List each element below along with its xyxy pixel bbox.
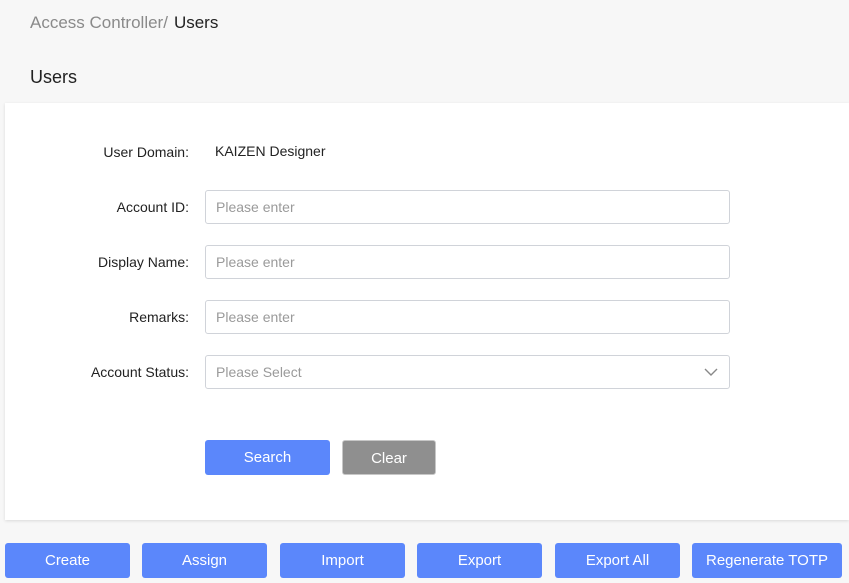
assign-button[interactable]: Assign (142, 543, 267, 578)
account-status-row: Account Status: Please Select (5, 355, 849, 389)
action-toolbar: Create Assign Import Export Export All R… (0, 543, 849, 578)
create-button[interactable]: Create (5, 543, 130, 578)
display-name-row: Display Name: (5, 245, 849, 279)
regenerate-totp-button[interactable]: Regenerate TOTP (692, 543, 842, 578)
user-domain-label: User Domain: (103, 144, 189, 160)
user-domain-row: User Domain: KAIZEN Designer (5, 135, 849, 169)
import-button[interactable]: Import (280, 543, 405, 578)
chevron-down-icon (704, 368, 718, 376)
account-id-label: Account ID: (116, 199, 189, 215)
page-title: Users (30, 67, 78, 87)
users-page: Access Controller/Users Users User Domai… (0, 0, 849, 583)
breadcrumb: Access Controller/Users (30, 12, 218, 34)
account-status-select[interactable]: Please Select (205, 355, 730, 389)
export-all-button[interactable]: Export All (555, 543, 680, 578)
account-id-input[interactable] (205, 190, 730, 224)
remarks-row: Remarks: (5, 300, 849, 334)
account-status-label: Account Status: (90, 364, 189, 380)
remarks-input[interactable] (205, 300, 730, 334)
account-id-row: Account ID: (5, 190, 849, 224)
clear-button[interactable]: Clear (342, 440, 436, 475)
remarks-label: Remarks: (129, 309, 189, 325)
display-name-input[interactable] (205, 245, 730, 279)
search-panel: User Domain: KAIZEN Designer Account ID:… (5, 103, 849, 520)
account-status-placeholder: Please Select (216, 364, 302, 380)
user-domain-value: KAIZEN Designer (215, 143, 326, 159)
breadcrumb-parent-link[interactable]: Access Controller/ (30, 13, 168, 32)
breadcrumb-current: Users (173, 13, 219, 32)
search-button[interactable]: Search (205, 440, 330, 475)
display-name-label: Display Name: (97, 254, 189, 270)
export-button[interactable]: Export (417, 543, 542, 578)
